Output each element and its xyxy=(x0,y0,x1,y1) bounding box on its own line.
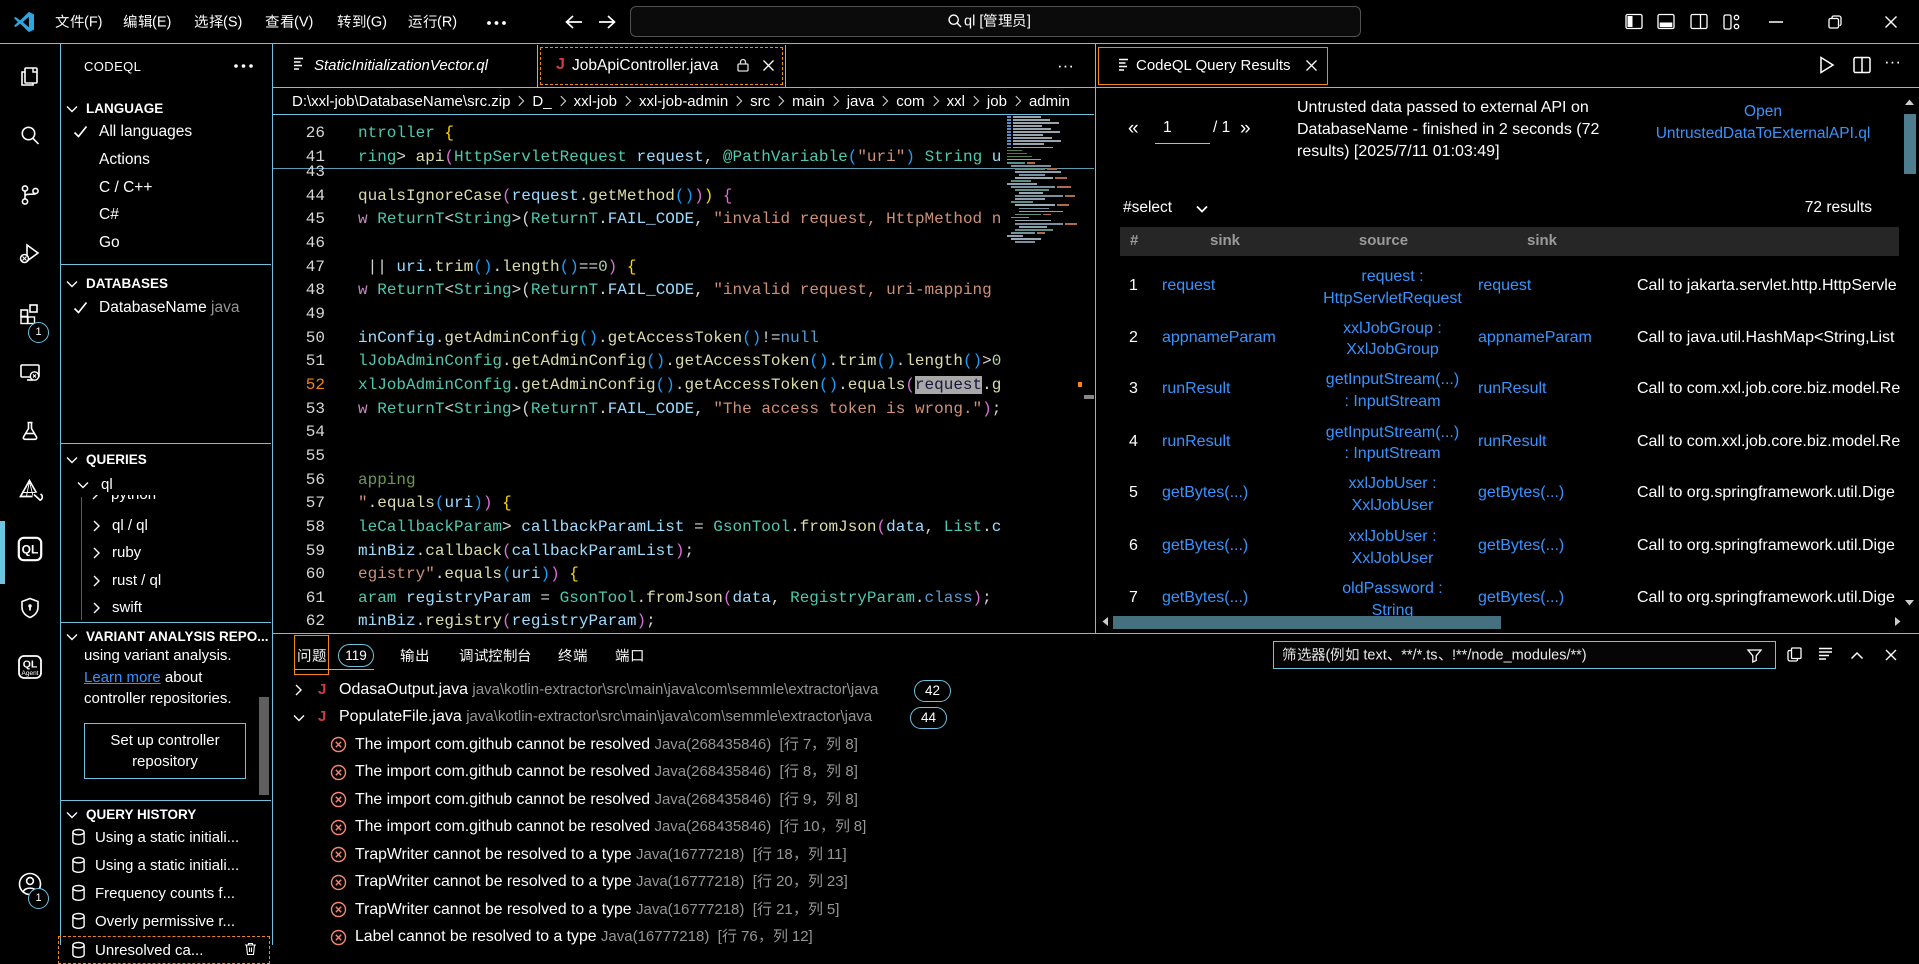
svg-text:QL: QL xyxy=(23,659,38,671)
svg-text:QL: QL xyxy=(22,543,39,557)
svg-text:Agent: Agent xyxy=(22,670,39,677)
